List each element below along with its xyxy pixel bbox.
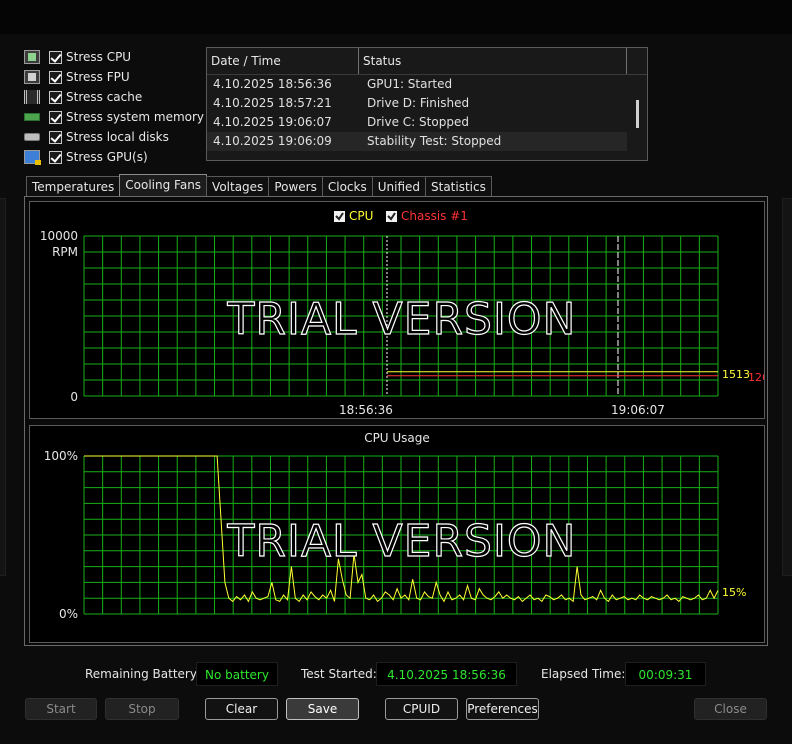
cpu-usage-chart: CPU Usage 100% 0% 15% TRIAL VERSION <box>29 425 765 643</box>
gpu-monitor-icon <box>24 150 41 165</box>
close-button[interactable]: Close <box>694 698 767 720</box>
fan-y-min-label: 0 <box>70 390 78 404</box>
stress-gpu-checkbox[interactable] <box>49 150 62 164</box>
elapsed-label: Elapsed Time: <box>541 667 626 681</box>
tab-powers[interactable]: Powers <box>268 176 323 196</box>
stress-cache-checkbox[interactable] <box>49 90 62 104</box>
log-status: Drive C: Stopped <box>367 115 469 129</box>
legend-cpu-label: CPU <box>349 209 373 223</box>
cache-icon <box>24 90 40 104</box>
stress-options: Stress CPU Stress FPU Stress cache Stres… <box>24 47 204 167</box>
cpuid-button[interactable]: CPUID <box>385 698 458 720</box>
background-window-edge-right <box>782 198 792 576</box>
stress-fpu-label: Stress FPU <box>66 70 130 84</box>
battery-label: Remaining Battery: <box>85 667 201 681</box>
stress-cache-label: Stress cache <box>66 90 143 104</box>
fan-legend: CPU Chassis #1 <box>334 209 468 223</box>
clear-button[interactable]: Clear <box>205 698 278 720</box>
stop-button[interactable]: Stop <box>105 698 179 720</box>
tab-clocks[interactable]: Clocks <box>321 176 373 196</box>
save-button[interactable]: Save <box>286 698 359 720</box>
stress-disks-label: Stress local disks <box>66 130 169 144</box>
test-started-value: 4.10.2025 18:56:36 <box>376 662 517 686</box>
log-row[interactable]: 4.10.2025 19:06:07 Drive C: Stopped <box>207 113 647 132</box>
status-log[interactable]: Date / Time Status 4.10.2025 18:56:36 GP… <box>206 47 648 161</box>
log-row[interactable]: 4.10.2025 18:56:36 GPU1: Started <box>207 75 647 94</box>
tab-panel: CPU Chassis #1 10000 RPM 0 18:56:36 19:0… <box>24 196 768 646</box>
cpu-usage-end-value: 15% <box>722 586 746 599</box>
fan-speed-svg: CPU Chassis #1 10000 RPM 0 18:56:36 19:0… <box>40 209 764 417</box>
log-datetime: 4.10.2025 18:57:21 <box>213 96 332 110</box>
battery-value: No battery <box>196 662 278 686</box>
log-status: Stability Test: Stopped <box>367 134 502 148</box>
log-row[interactable]: 4.10.2025 18:57:21 Drive D: Finished <box>207 94 647 113</box>
fan-x-tick-1: 18:56:36 <box>339 403 393 417</box>
preferences-button[interactable]: Preferences <box>466 698 539 720</box>
fan-cpu-end-value: 1513 <box>722 368 750 381</box>
fan-y-max-label: 10000 <box>40 229 78 243</box>
elapsed-value: 00:09:31 <box>625 662 706 686</box>
tab-bar: Temperatures Cooling Fans Voltages Power… <box>26 174 492 196</box>
disk-drive-icon <box>24 133 40 141</box>
stress-cache-option[interactable]: Stress cache <box>24 87 204 107</box>
stress-memory-label: Stress system memory <box>66 110 205 124</box>
tab-unified[interactable]: Unified <box>371 176 426 196</box>
tab-statistics[interactable]: Statistics <box>425 176 492 196</box>
tab-temperatures[interactable]: Temperatures <box>26 176 121 196</box>
cpu-watermark: TRIAL VERSION <box>227 516 577 567</box>
legend-chassis-label: Chassis #1 <box>401 209 468 223</box>
log-datetime: 4.10.2025 19:06:07 <box>213 115 332 129</box>
fan-x-tick-2: 19:06:07 <box>611 403 665 417</box>
log-datetime: 4.10.2025 18:56:36 <box>213 77 332 91</box>
memory-module-icon <box>24 113 40 121</box>
tab-cooling-fans[interactable]: Cooling Fans <box>119 174 208 196</box>
cpu-y-min-label: 0% <box>59 607 78 621</box>
stress-fpu-checkbox[interactable] <box>49 70 62 84</box>
fan-speed-chart: CPU Chassis #1 10000 RPM 0 18:56:36 19:0… <box>29 201 765 419</box>
stress-memory-option[interactable]: Stress system memory <box>24 107 204 127</box>
stress-gpu-label: Stress GPU(s) <box>66 150 148 164</box>
log-status: GPU1: Started <box>367 77 453 91</box>
log-scrollbar-thumb[interactable] <box>636 100 639 128</box>
cpu-usage-svg: CPU Usage 100% 0% 15% TRIAL VERSION <box>44 431 747 621</box>
cpu-chip-icon <box>24 50 40 64</box>
title-bar <box>0 0 792 34</box>
stress-cpu-checkbox[interactable] <box>49 50 62 64</box>
stress-gpu-option[interactable]: Stress GPU(s) <box>24 147 204 167</box>
fan-watermark: TRIAL VERSION <box>227 294 577 345</box>
stress-memory-checkbox[interactable] <box>49 110 62 124</box>
tab-voltages[interactable]: Voltages <box>206 176 270 196</box>
log-status: Drive D: Finished <box>367 96 470 110</box>
stress-fpu-option[interactable]: Stress FPU <box>24 67 204 87</box>
fpu-chip-icon <box>24 70 40 84</box>
cpu-chart-title: CPU Usage <box>364 431 430 445</box>
start-button[interactable]: Start <box>25 698 97 720</box>
log-row-selected[interactable]: 4.10.2025 19:06:09 Stability Test: Stopp… <box>207 132 627 151</box>
stress-disks-option[interactable]: Stress local disks <box>24 127 204 147</box>
cpu-y-max-label: 100% <box>44 449 78 463</box>
fan-y-unit-label: RPM <box>52 245 78 259</box>
background-window-edge-left <box>0 198 6 576</box>
stress-cpu-label: Stress CPU <box>66 50 132 64</box>
log-datetime: 4.10.2025 19:06:09 <box>213 134 332 148</box>
test-started-label: Test Started: <box>301 667 377 681</box>
stress-cpu-option[interactable]: Stress CPU <box>24 47 204 67</box>
log-header-datetime[interactable]: Date / Time <box>207 48 359 74</box>
stress-disks-checkbox[interactable] <box>49 130 62 144</box>
fan-chassis-end-value: 1260 <box>748 371 764 384</box>
log-header-status[interactable]: Status <box>359 48 627 74</box>
log-header: Date / Time Status <box>207 48 647 75</box>
